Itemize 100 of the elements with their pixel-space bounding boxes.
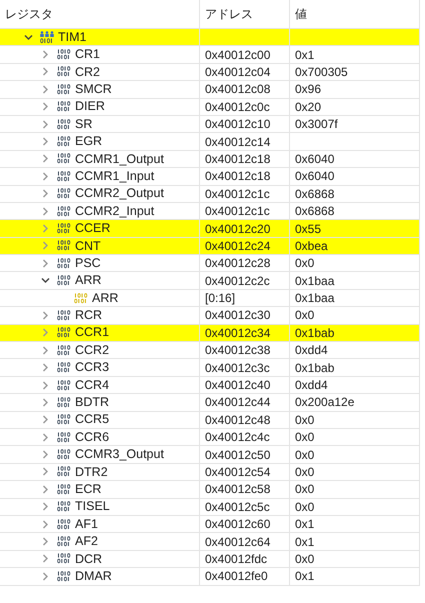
chevron-right-icon[interactable] xyxy=(41,346,50,355)
tree-row[interactable]: CCMR3_Output 0x40012c50 0x0 xyxy=(0,446,420,464)
chevron-right-icon[interactable] xyxy=(41,189,50,198)
chevron-right-icon[interactable] xyxy=(41,67,50,76)
tree-row[interactable]: DTR2 0x40012c54 0x0 xyxy=(0,464,420,482)
chevron-right-icon[interactable] xyxy=(41,50,50,60)
address-cell-text: 0x40012c4c xyxy=(205,429,270,446)
tree-row[interactable]: CR1 0x40012c00 0x1 xyxy=(0,46,420,64)
chevron-right-icon[interactable] xyxy=(41,520,50,529)
register-name: DIER xyxy=(75,98,105,116)
chevron-right-icon[interactable] xyxy=(41,310,50,320)
chevron-right-icon[interactable] xyxy=(41,537,50,546)
address-cell-text: 0x40012c00 xyxy=(205,46,270,64)
tree-row[interactable]: CCR1 0x40012c34 0x1bab xyxy=(0,324,420,342)
tree-row[interactable]: SMCR 0x40012c08 0x96 xyxy=(0,81,420,99)
tree-row[interactable]: DCR 0x40012fdc 0x0 xyxy=(0,550,420,568)
chevron-right-icon[interactable] xyxy=(41,206,50,216)
chevron-right-icon[interactable] xyxy=(41,120,50,129)
register-name: DMAR xyxy=(75,568,112,585)
chevron-right-icon[interactable] xyxy=(41,554,50,564)
chevron-right-icon[interactable] xyxy=(41,137,50,146)
tree-row[interactable]: ECR 0x40012c58 0x0 xyxy=(0,481,420,499)
column-header[interactable]: 値 xyxy=(295,5,307,23)
register-icon xyxy=(57,170,71,182)
chevron-down-icon[interactable] xyxy=(41,276,50,286)
tree-row[interactable]: ARR [0:16] 0x1baa xyxy=(0,290,420,308)
register-icon xyxy=(57,66,71,78)
tree-row[interactable]: CCR4 0x40012c40 0xdd4 xyxy=(0,376,420,394)
tree-row[interactable]: CCR5 0x40012c48 0x0 xyxy=(0,412,420,429)
chevron-right-icon[interactable] xyxy=(41,450,50,460)
chevron-right-icon[interactable] xyxy=(41,380,50,390)
tree-row[interactable]: RCR 0x40012c30 0x0 xyxy=(0,307,420,325)
value-cell-text: 0x200a12e xyxy=(295,394,354,412)
tree-row[interactable]: CCR6 0x40012c4c 0x0 xyxy=(0,428,420,446)
tree-row[interactable]: CCMR2_Input 0x40012c1c 0x6868 xyxy=(0,202,420,220)
register-name: SR xyxy=(75,116,92,133)
chevron-right-icon[interactable] xyxy=(41,502,50,512)
chevron-down-icon[interactable] xyxy=(24,32,33,42)
chevron-right-icon[interactable] xyxy=(41,84,50,94)
chevron-right-icon[interactable] xyxy=(41,432,50,442)
address-cell-text: 0x40012c0c xyxy=(205,98,270,116)
value-cell-text: 0x55 xyxy=(295,220,322,238)
chevron-right-icon[interactable] xyxy=(41,102,50,112)
chevron-right-icon[interactable] xyxy=(41,398,50,407)
chevron-right-icon[interactable] xyxy=(41,328,50,338)
chevron-right-icon[interactable] xyxy=(41,258,50,268)
tree-row[interactable]: AF1 0x40012c60 0x1 xyxy=(0,516,420,534)
address-cell-text: 0x40012c54 xyxy=(205,464,270,481)
tree-row[interactable]: CR2 0x40012c04 0x700305 xyxy=(0,64,420,82)
tree-row[interactable]: SR 0x40012c10 0x3007f xyxy=(0,116,420,134)
register-name: EGR xyxy=(75,133,102,150)
chevron-right-icon[interactable] xyxy=(41,572,50,581)
chevron-right-icon[interactable] xyxy=(41,241,50,250)
chevron-right-icon[interactable] xyxy=(41,484,50,494)
tree-row[interactable]: AF2 0x40012c64 0x1 xyxy=(0,533,420,551)
chevron-right-icon[interactable] xyxy=(41,154,50,164)
tree-row[interactable]: CNT 0x40012c24 0xbea xyxy=(0,238,420,256)
value-cell-text: 0x6868 xyxy=(295,203,334,220)
tree-row[interactable]: CCMR1_Input 0x40012c18 0x6040 xyxy=(0,168,420,186)
tree-row[interactable]: CCR3 0x40012c3c 0x1bab xyxy=(0,359,420,377)
tree-row[interactable]: TISEL 0x40012c5c 0x0 xyxy=(0,498,420,516)
register-icon xyxy=(57,275,71,286)
register-icon xyxy=(57,258,71,269)
register-icon xyxy=(57,570,71,582)
register-name: RCR xyxy=(75,307,102,324)
bit-field-icon xyxy=(74,292,88,304)
value-cell-text: 0x0 xyxy=(295,464,314,481)
tree-row[interactable]: BDTR 0x40012c44 0x200a12e xyxy=(0,394,420,412)
register-name: DTR2 xyxy=(75,464,108,481)
register-icon xyxy=(57,396,71,408)
register-name: CCR4 xyxy=(75,376,110,394)
tree-row[interactable]: CCER 0x40012c20 0x55 xyxy=(0,220,420,238)
tree-row[interactable]: ARR 0x40012c2c 0x1baa xyxy=(0,272,420,290)
chevron-right-icon[interactable] xyxy=(41,467,50,476)
value-cell-text: 0x96 xyxy=(295,81,322,98)
address-cell-text: [0:16] xyxy=(205,290,236,308)
value-cell-text: 0x0 xyxy=(295,255,314,272)
address-cell-text: 0x40012c30 xyxy=(205,307,270,324)
tree-row[interactable]: TIM1 xyxy=(0,29,420,46)
tree-row[interactable]: CCMR2_Output 0x40012c1c 0x6868 xyxy=(0,186,420,203)
register-icon xyxy=(57,518,71,530)
column-header[interactable]: アドレス xyxy=(205,5,253,23)
address-cell-text: 0x40012c1c xyxy=(205,186,270,203)
tree-row[interactable]: DMAR 0x40012fe0 0x1 xyxy=(0,568,420,586)
value-cell-text: 0x0 xyxy=(295,550,314,568)
column-header[interactable]: レジスタ xyxy=(5,5,53,23)
value-cell-text: 0x6868 xyxy=(295,186,334,203)
tree-row[interactable]: CCR2 0x40012c38 0xdd4 xyxy=(0,342,420,360)
address-cell-text: 0x40012c14 xyxy=(205,134,270,151)
tree-row[interactable]: EGR 0x40012c14 xyxy=(0,133,420,151)
chevron-right-icon[interactable] xyxy=(41,172,50,181)
chevron-right-icon[interactable] xyxy=(41,363,50,372)
tree-row[interactable]: CCMR1_Output 0x40012c18 0x6040 xyxy=(0,150,420,168)
register-icon xyxy=(57,501,71,512)
value-cell-text: 0xbea xyxy=(295,238,328,255)
tree-row[interactable]: PSC 0x40012c28 0x0 xyxy=(0,255,420,272)
value-cell-text: 0x1 xyxy=(295,568,314,586)
chevron-right-icon[interactable] xyxy=(41,415,50,424)
chevron-right-icon[interactable] xyxy=(41,224,50,233)
tree-row[interactable]: DIER 0x40012c0c 0x20 xyxy=(0,98,420,116)
